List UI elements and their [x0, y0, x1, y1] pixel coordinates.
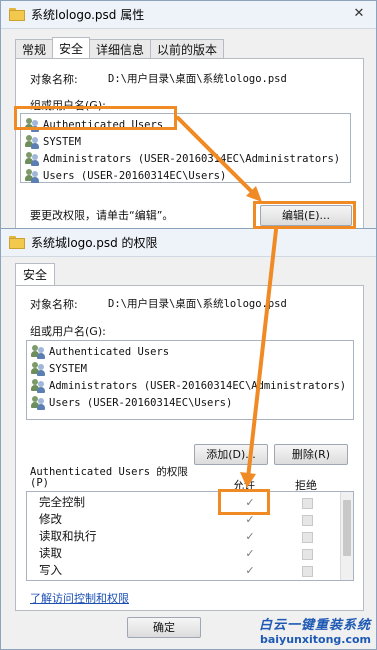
- deny-checkbox[interactable]: [302, 549, 313, 560]
- permissions-list: 完全控制 修改 读取和执行 读取 写入 ✓ ✓ ✓ ✓ ✓: [26, 491, 354, 581]
- user-item-administrators[interactable]: Administrators (USER-20160314EC\Administ…: [25, 151, 340, 167]
- user-group-icon: [25, 152, 40, 166]
- object-name-label: 对象名称:: [30, 298, 78, 311]
- watermark-title: 白云一键重装系统: [258, 618, 371, 633]
- perm-row-read: 读取: [39, 546, 62, 560]
- edit-button[interactable]: 编辑(E)...: [260, 205, 352, 226]
- permissions-header: Authenticated Users 的权限: [30, 466, 188, 478]
- permissions-window: 系统城logo.psd 的权限 安全 对象名称: D:\用户目录\桌面\系统lo…: [0, 228, 377, 650]
- user-item-users[interactable]: Users (USER-20160314EC\Users): [25, 168, 226, 184]
- user-item-users[interactable]: Users (USER-20160314EC\Users): [31, 395, 232, 411]
- permissions-panel: 对象名称: D:\用户目录\桌面\系统lologo.psd 组或用户名(G): …: [15, 285, 364, 611]
- group-users-label: 组或用户名(G):: [30, 99, 106, 112]
- close-button[interactable]: ✕: [350, 6, 368, 22]
- remove-button[interactable]: 删除(R): [274, 444, 348, 465]
- user-item-system[interactable]: SYSTEM: [25, 134, 81, 150]
- perm-row-read-execute: 读取和执行: [39, 529, 97, 543]
- user-item-authenticated[interactable]: Authenticated Users: [25, 117, 163, 133]
- security-panel: 对象名称: D:\用户目录\桌面\系统lologo.psd 组或用户名(G): …: [15, 58, 364, 230]
- file-icon: [9, 236, 25, 249]
- allow-checkbox[interactable]: ✓: [245, 514, 255, 525]
- ok-button[interactable]: 确定: [127, 617, 201, 638]
- user-item-authenticated[interactable]: Authenticated Users: [31, 344, 169, 360]
- object-name-value: D:\用户目录\桌面\系统lologo.psd: [108, 73, 287, 85]
- group-users-label: 组或用户名(G):: [30, 325, 106, 338]
- deny-checkbox[interactable]: [302, 515, 313, 526]
- properties-tabs: 常规 安全 详细信息 以前的版本: [15, 37, 225, 60]
- permissions-tabs: 安全: [15, 263, 56, 286]
- user-group-icon: [31, 379, 46, 393]
- permissions-titlebar: 系统城logo.psd 的权限: [1, 229, 376, 257]
- tab-details[interactable]: 详细信息: [89, 39, 152, 60]
- allow-checkbox[interactable]: ✓: [245, 531, 255, 542]
- permissions-header-shortcut: (P): [30, 477, 49, 489]
- deny-checkbox[interactable]: [302, 566, 313, 577]
- allow-checkbox[interactable]: ✓: [245, 548, 255, 559]
- permissions-scrollbar[interactable]: [340, 492, 353, 580]
- change-permissions-hint: 要更改权限，请单击“编辑”。: [30, 209, 174, 222]
- tab-security[interactable]: 安全: [52, 37, 91, 60]
- users-listbox[interactable]: Authenticated Users SYSTEM Administrator…: [20, 113, 351, 183]
- permissions-title: 系统城logo.psd 的权限: [31, 236, 158, 250]
- users-listbox[interactable]: Authenticated Users SYSTEM Administrator…: [26, 340, 354, 420]
- tab-security[interactable]: 安全: [15, 263, 56, 286]
- watermark: 白云一键重装系统 baiyunxitong.com: [259, 614, 371, 646]
- tab-previous-versions[interactable]: 以前的版本: [150, 39, 225, 60]
- scrollbar-thumb[interactable]: [343, 500, 351, 556]
- user-group-icon: [25, 118, 40, 132]
- deny-checkbox[interactable]: [302, 498, 313, 509]
- learn-access-control-link[interactable]: 了解访问控制和权限: [30, 590, 129, 606]
- deny-checkbox[interactable]: [302, 532, 313, 543]
- watermark-url: baiyunxitong.com: [259, 633, 371, 646]
- tab-general[interactable]: 常规: [15, 39, 54, 60]
- add-button[interactable]: 添加(D)...: [194, 444, 268, 465]
- properties-titlebar: 系统lologo.psd 属性 ✕: [1, 1, 376, 29]
- perm-row-modify: 修改: [39, 512, 62, 526]
- user-item-administrators[interactable]: Administrators (USER-20160314EC\Administ…: [31, 378, 346, 394]
- user-group-icon: [31, 362, 46, 376]
- user-item-system[interactable]: SYSTEM: [31, 361, 87, 377]
- perm-row-full-control: 完全控制: [39, 495, 85, 509]
- user-group-icon: [31, 345, 46, 359]
- user-group-icon: [25, 169, 40, 183]
- object-name-label: 对象名称:: [30, 73, 78, 86]
- perm-row-write: 写入: [39, 563, 62, 577]
- user-group-icon: [25, 135, 40, 149]
- user-group-icon: [31, 396, 46, 410]
- object-name-value: D:\用户目录\桌面\系统lologo.psd: [108, 298, 287, 310]
- allow-checkbox[interactable]: ✓: [245, 497, 255, 508]
- properties-title: 系统lologo.psd 属性: [31, 8, 145, 22]
- file-icon: [9, 8, 25, 21]
- properties-window: 系统lologo.psd 属性 ✕ 常规 安全 详细信息 以前的版本 对象名称:…: [0, 0, 377, 232]
- allow-checkbox[interactable]: ✓: [245, 565, 255, 576]
